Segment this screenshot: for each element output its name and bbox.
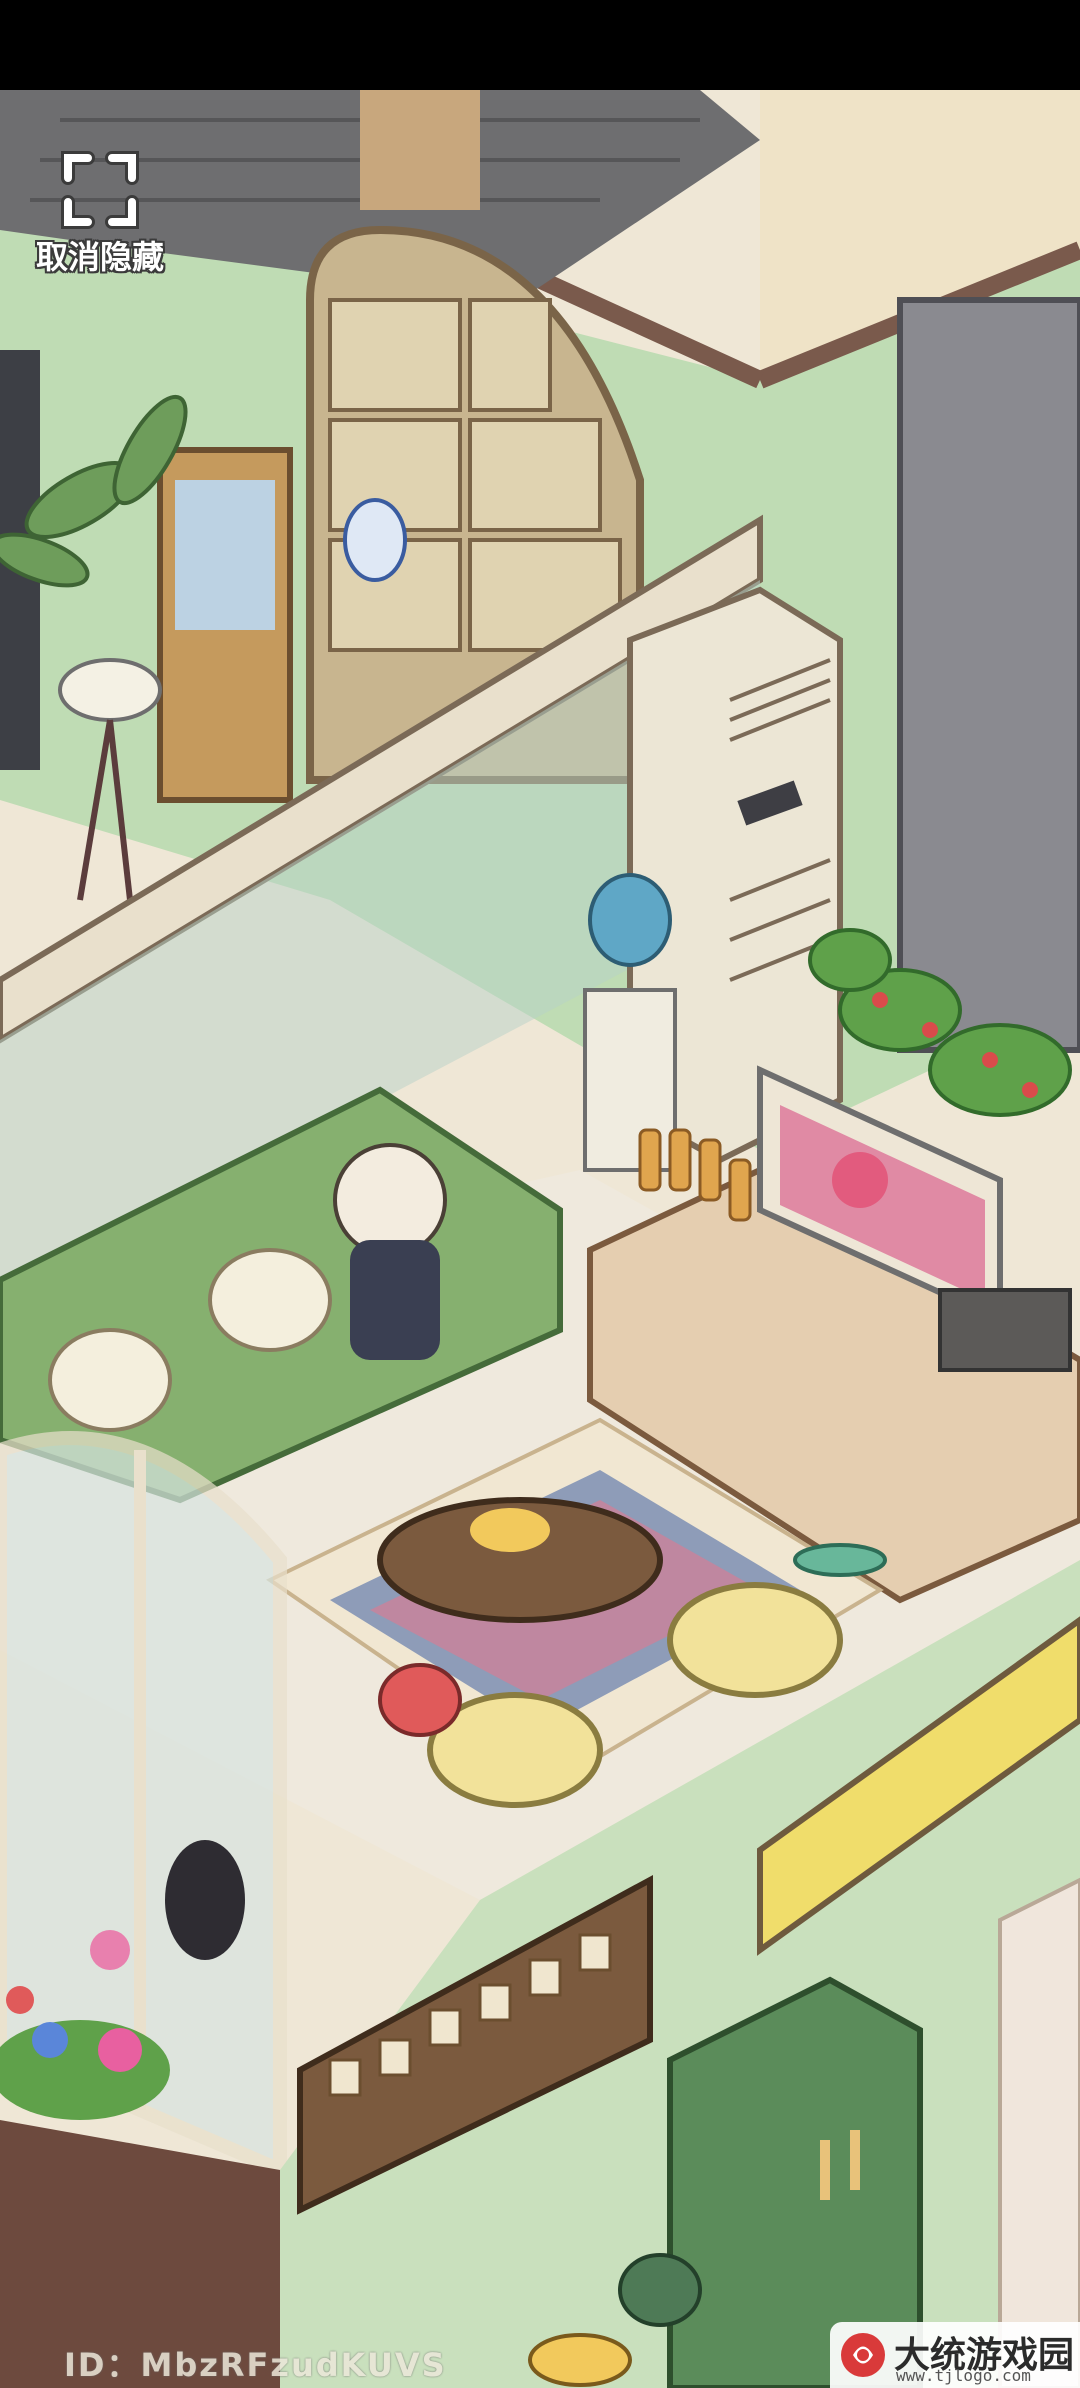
- yellow-pot: [528, 2333, 632, 2387]
- coffee-machine: [938, 1288, 1072, 1372]
- sofa-cushion-2: [208, 1248, 332, 1352]
- pouf-right: [667, 1582, 843, 1698]
- player-id-text: ID：MbzRFzudKUVS: [64, 2346, 447, 2384]
- floor-lamp-shade: [58, 658, 162, 722]
- game-viewport[interactable]: 取消隐藏 ID：MbzRFzudKUVS 大统游戏园 www.tjlogo.co…: [0, 0, 1080, 2388]
- blue-vase: [343, 498, 407, 582]
- isometric-room-scene[interactable]: [0, 0, 1080, 2388]
- fruit-bowl: [470, 1508, 550, 1552]
- strawberry-cushion: [378, 1663, 462, 1737]
- status-bar: [0, 0, 1080, 90]
- cancel-hide-button[interactable]: 取消隐藏: [20, 140, 180, 280]
- water-jug: [588, 873, 672, 967]
- wardrobe: [897, 297, 1080, 1053]
- roof-chimney-wall: [360, 90, 480, 210]
- cancel-hide-label: 取消隐藏: [35, 238, 164, 276]
- cabinet-glass: [175, 480, 275, 630]
- tv-character: [832, 1152, 888, 1208]
- watermark-url: www.tjlogo.com: [896, 2366, 1031, 2385]
- black-cat-statue: [165, 1840, 245, 1960]
- site-watermark: 大统游戏园 www.tjlogo.com: [830, 2322, 1080, 2388]
- stairs: [998, 1877, 1080, 2388]
- character-head: [333, 1143, 447, 1257]
- green-kettle: [618, 2253, 702, 2327]
- lizard-toy: [793, 1543, 887, 1577]
- sofa-cushion-1: [48, 1328, 172, 1432]
- expand-frame-icon: [61, 151, 139, 229]
- character-body: [350, 1240, 440, 1360]
- swirl-logo-icon: [841, 2333, 885, 2377]
